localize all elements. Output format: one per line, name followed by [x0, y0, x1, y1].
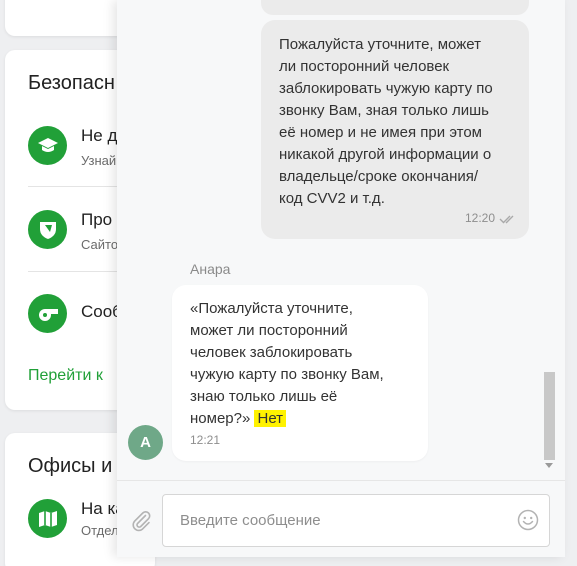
- security-item-subtitle: Узнай: [81, 153, 117, 168]
- message-input-box: [162, 494, 550, 547]
- security-item-title: Сооб: [81, 302, 122, 321]
- chat-panel: Пожалуйста уточните, может ли посторонни…: [117, 0, 565, 557]
- map-icon: [28, 499, 67, 538]
- graduation-cap-icon: [28, 126, 67, 165]
- security-card-title: Безопасн: [28, 72, 115, 94]
- incoming-message-time: 12:21: [190, 433, 221, 447]
- emoji-icon[interactable]: [517, 509, 539, 531]
- goto-link[interactable]: Перейти к: [28, 367, 103, 385]
- security-item-subtitle: Сайто: [81, 237, 119, 252]
- shield-icon: [28, 210, 67, 249]
- whistle-icon: [28, 294, 67, 333]
- incoming-message-bubble: «Пожалуйста уточните, может ли посторонн…: [172, 285, 428, 461]
- security-item-title: Не д: [81, 126, 118, 145]
- outgoing-message-time: 12:20: [464, 211, 495, 225]
- message-input[interactable]: [163, 495, 503, 546]
- quoted-question: «Пожалуйста уточните, может ли посторонн…: [190, 300, 384, 427]
- offices-card-title: Офисы и: [28, 455, 113, 477]
- incoming-message-text: «Пожалуйста уточните, может ли посторонн…: [190, 298, 412, 430]
- offices-item-subtitle: Отдел: [81, 523, 119, 538]
- security-item-title: Про: [81, 210, 113, 229]
- double-check-icon: [499, 215, 514, 224]
- avatar: А: [128, 425, 163, 460]
- scrollbar-thumb[interactable]: [544, 372, 555, 460]
- sender-name: Анара: [190, 261, 231, 277]
- chat-scrollbar[interactable]: [542, 0, 558, 478]
- scroll-down-arrow[interactable]: [545, 463, 553, 468]
- previous-message-bubble: [261, 0, 529, 15]
- paperclip-icon[interactable]: [129, 509, 153, 533]
- message-composer: [117, 480, 565, 557]
- answer-highlight: Нет: [254, 410, 287, 427]
- outgoing-message-text: Пожалуйста уточните, может ли посторонни…: [279, 36, 493, 207]
- outgoing-message-bubble: Пожалуйста уточните, может ли посторонни…: [261, 20, 529, 239]
- chat-messages[interactable]: Пожалуйста уточните, может ли посторонни…: [117, 0, 542, 478]
